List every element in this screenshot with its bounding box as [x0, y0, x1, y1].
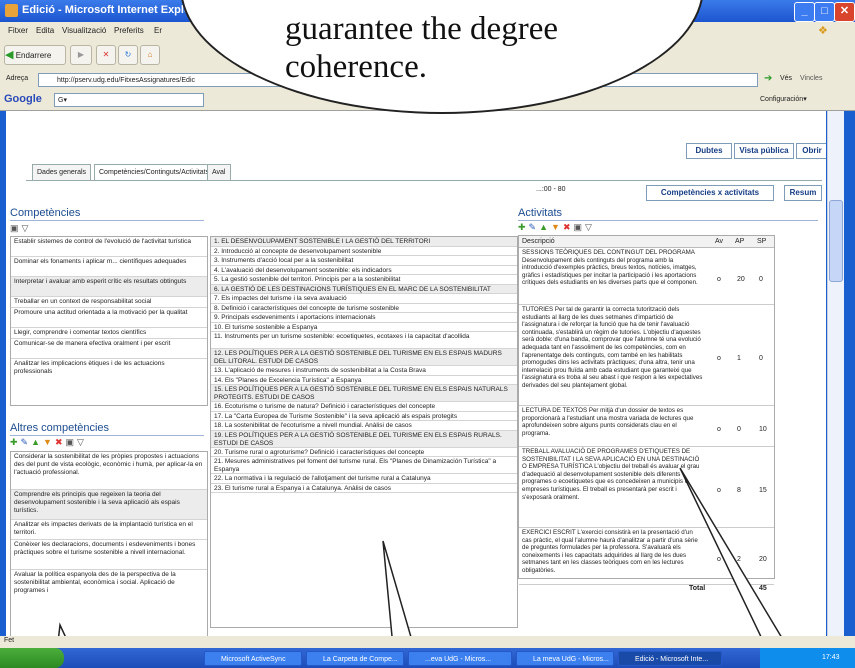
- task-carpeta[interactable]: La Carpeta de Compe...: [306, 651, 404, 666]
- speech-bubble-text: guarantee the degree coherence.: [285, 11, 558, 85]
- clock: 17:43: [822, 654, 840, 661]
- start-button[interactable]: [0, 648, 64, 668]
- system-tray: 17:43: [760, 648, 855, 668]
- task-udg-1[interactable]: ...eva UdG - Micros...: [408, 651, 512, 666]
- status-text: Fet: [4, 637, 15, 644]
- status-bar: Fet: [0, 636, 855, 648]
- task-udg-2[interactable]: La meva UdG - Micros...: [516, 651, 614, 666]
- task-activesync[interactable]: Microsoft ActiveSync: [204, 651, 302, 666]
- task-edicio[interactable]: Edició - Microsoft Inte...: [618, 651, 722, 666]
